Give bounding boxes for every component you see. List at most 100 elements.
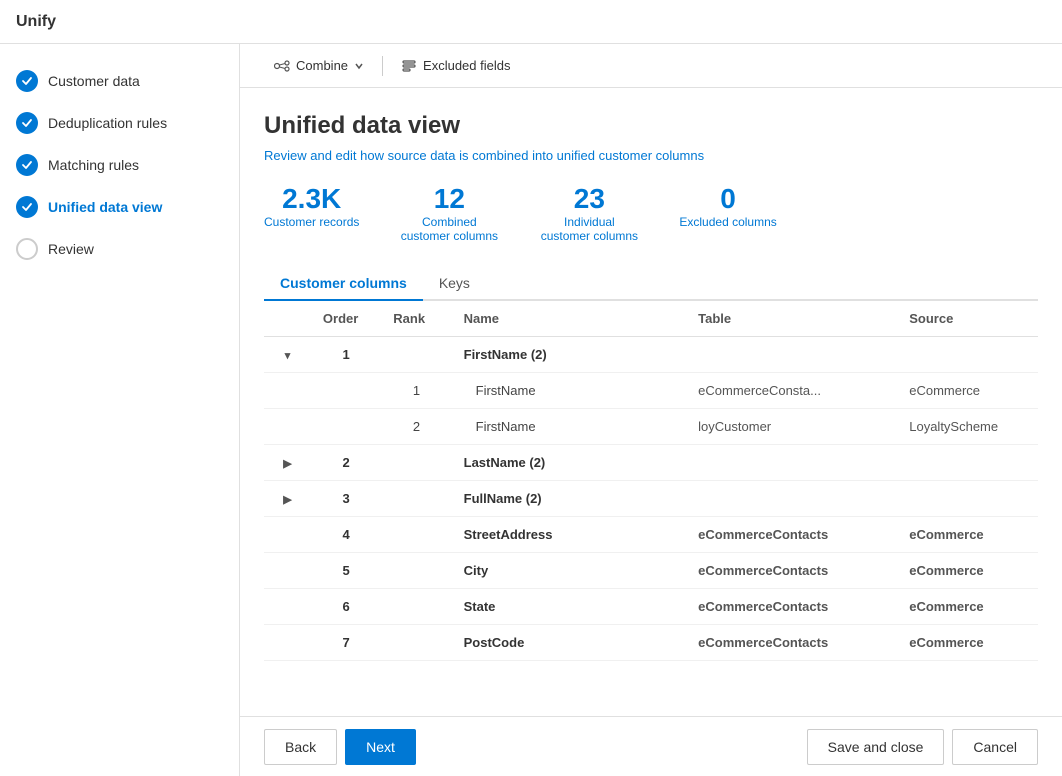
footer-left: Back Next (264, 729, 416, 765)
child-source-cell: eCommerce (897, 373, 1038, 409)
order-cell: 7 (311, 625, 381, 661)
stat-excluded-columns: 0Excluded columns (679, 183, 776, 243)
th-rank: Rank (381, 301, 451, 337)
child-name-cell: FirstName (452, 373, 687, 409)
page-title: Unified data view (264, 112, 1038, 140)
stat-label: Combined customer columns (399, 215, 499, 243)
name-cell: PostCode (452, 625, 687, 661)
sidebar-item-deduplication-rules[interactable]: Deduplication rules (0, 102, 239, 144)
table-row: 7PostCodeeCommerceContactseCommerce (264, 625, 1038, 661)
sidebar-item-review[interactable]: Review (0, 228, 239, 270)
stat-label: Individual customer columns (539, 215, 639, 243)
table-cell: eCommerceContacts (686, 589, 897, 625)
th-source: Source (897, 301, 1038, 337)
sidebar-item-label: Review (48, 241, 94, 257)
table-row: ▶3FullName (2) (264, 481, 1038, 517)
check-circle-icon (16, 196, 38, 218)
nav-divider (382, 56, 383, 76)
rank-cell (381, 445, 451, 481)
stat-number: 12 (434, 183, 465, 215)
stat-number: 0 (720, 183, 736, 215)
check-circle-icon (16, 70, 38, 92)
tab-customer-columns[interactable]: Customer columns (264, 267, 423, 301)
child-table-cell: eCommerceConsta... (686, 373, 897, 409)
expand-icon[interactable]: ▶ (283, 458, 291, 470)
footer: Back Next Save and close Cancel (240, 716, 1062, 776)
order-cell: 1 (311, 337, 381, 373)
tab-bar: Customer columnsKeys (264, 267, 1038, 301)
source-cell (897, 481, 1038, 517)
excluded-fields-icon (401, 58, 417, 74)
expand-cell (264, 553, 311, 589)
sidebar: Customer data Deduplication rules Matching… (0, 44, 240, 776)
rank-cell (381, 517, 451, 553)
table-row: 4StreetAddresseCommerceContactseCommerce (264, 517, 1038, 553)
expand-cell (264, 589, 311, 625)
combine-nav-item[interactable]: Combine (264, 44, 374, 88)
sidebar-item-customer-data[interactable]: Customer data (0, 60, 239, 102)
name-cell: City (452, 553, 687, 589)
child-rank-cell: 1 (381, 373, 451, 409)
main-content: Customer data Deduplication rules Matching… (0, 44, 1062, 776)
table-cell (686, 445, 897, 481)
table-row: ▾ 1 FirstName (2) (264, 337, 1038, 373)
next-button[interactable]: Next (345, 729, 416, 765)
check-circle-icon (16, 112, 38, 134)
order-cell: 5 (311, 553, 381, 589)
name-cell: LastName (2) (452, 445, 687, 481)
top-bar: Unify (0, 0, 1062, 44)
tab-keys[interactable]: Keys (423, 267, 486, 301)
expand-cell[interactable]: ▾ (264, 337, 311, 373)
stat-number: 23 (574, 183, 605, 215)
th-table: Table (686, 301, 897, 337)
app-title: Unify (16, 13, 56, 31)
stat-customer-records: 2.3KCustomer records (264, 183, 359, 243)
source-cell (897, 445, 1038, 481)
page-content: Unified data view Review and edit how so… (240, 88, 1062, 716)
stat-combined-customer-columns: 12Combined customer columns (399, 183, 499, 243)
rank-cell (381, 625, 451, 661)
excluded-fields-nav-item[interactable]: Excluded fields (391, 44, 520, 88)
child-rank-cell: 2 (381, 409, 451, 445)
order-cell: 2 (311, 445, 381, 481)
order-cell: 6 (311, 589, 381, 625)
sidebar-item-unified-data-view[interactable]: Unified data view (0, 186, 239, 228)
combine-label: Combine (296, 58, 348, 73)
expand-cell (264, 517, 311, 553)
table-cell (686, 337, 897, 373)
order-cell: 3 (311, 481, 381, 517)
source-cell: eCommerce (897, 589, 1038, 625)
expand-cell[interactable]: ▶ (264, 481, 311, 517)
table-sub-row: 1FirstNameeCommerceConsta...eCommerce (264, 373, 1038, 409)
sidebar-item-label: Matching rules (48, 157, 139, 173)
combine-chevron-icon (354, 61, 364, 71)
table-cell (686, 481, 897, 517)
sidebar-item-label: Customer data (48, 73, 140, 89)
save-close-button[interactable]: Save and close (807, 729, 945, 765)
rank-cell (381, 553, 451, 589)
child-source-cell: LoyaltyScheme (897, 409, 1038, 445)
table-header-row: Order Rank Name Table Source (264, 301, 1038, 337)
expand-cell (264, 625, 311, 661)
rank-cell (381, 589, 451, 625)
expand-icon[interactable]: ▶ (283, 494, 291, 506)
name-cell: FirstName (2) (452, 337, 687, 373)
back-button[interactable]: Back (264, 729, 337, 765)
sidebar-item-matching-rules[interactable]: Matching rules (0, 144, 239, 186)
stat-number: 2.3K (282, 183, 341, 215)
expand-icon[interactable]: ▾ (285, 350, 291, 362)
page-subtitle: Review and edit how source data is combi… (264, 148, 1038, 163)
check-circle-icon (16, 154, 38, 176)
cancel-button[interactable]: Cancel (952, 729, 1038, 765)
stat-label: Excluded columns (679, 215, 776, 229)
excluded-fields-label: Excluded fields (423, 58, 510, 73)
expand-cell[interactable]: ▶ (264, 445, 311, 481)
table-row: 5CityeCommerceContactseCommerce (264, 553, 1038, 589)
table-row: 6StateeCommerceContactseCommerce (264, 589, 1038, 625)
sidebar-item-label: Unified data view (48, 199, 162, 215)
th-order: Order (311, 301, 381, 337)
rank-cell (381, 481, 451, 517)
combine-icon (274, 58, 290, 74)
source-cell: eCommerce (897, 625, 1038, 661)
name-cell: StreetAddress (452, 517, 687, 553)
